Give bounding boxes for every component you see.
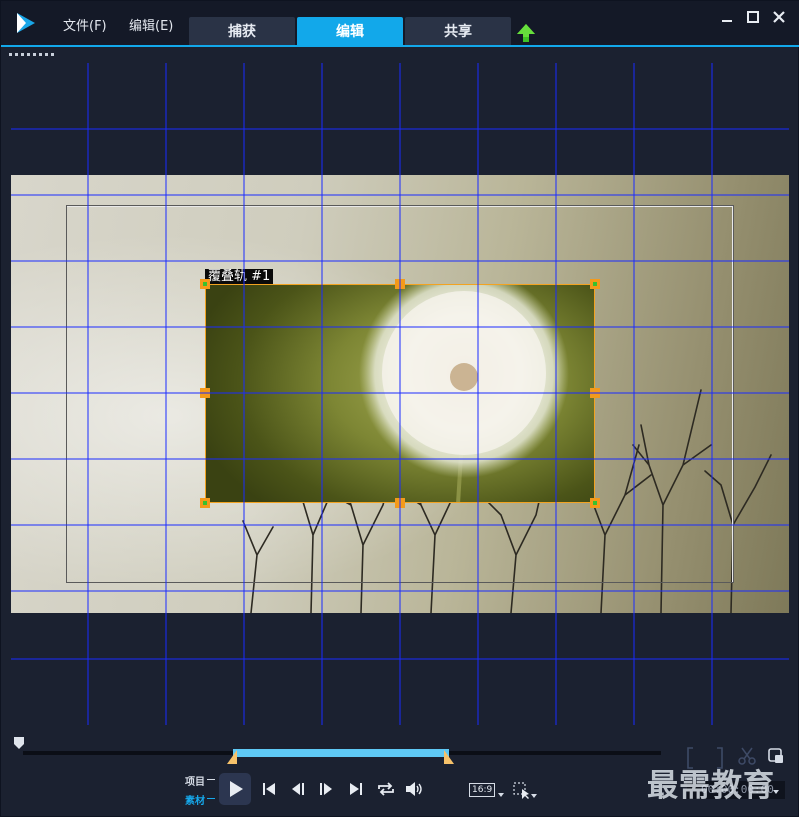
video-editor-window: 文件(F) 编辑(E) 捕获 编辑 共享 覆叠轨 #1 项目 素材 16:9 0… — [0, 0, 799, 817]
mode-clip-indicator — [207, 798, 215, 799]
title-bar: 文件(F) 编辑(E) 捕获 编辑 共享 — [1, 1, 799, 47]
play-button[interactable] — [219, 773, 251, 805]
tab-underline — [1, 45, 799, 47]
green-up-arrow-icon[interactable] — [516, 23, 536, 43]
tab-share[interactable]: 共享 — [405, 17, 511, 47]
resize-handle-bottom[interactable] — [395, 498, 405, 508]
go-to-start-icon[interactable] — [260, 780, 278, 798]
resize-handle-right[interactable] — [590, 388, 600, 398]
menu-file[interactable]: 文件(F) — [63, 15, 107, 34]
scrubber-handle[interactable] — [13, 736, 25, 750]
close-icon[interactable] — [771, 9, 787, 25]
trim-out-marker[interactable] — [444, 750, 454, 764]
aspect-ratio-caret-icon[interactable] — [498, 793, 504, 797]
aspect-ratio-button[interactable]: 16:9 — [469, 783, 496, 797]
selection-tool-icon[interactable] — [513, 782, 537, 800]
volume-icon[interactable] — [404, 780, 424, 798]
mode-project-indicator — [207, 779, 215, 780]
trim-range[interactable] — [233, 749, 449, 757]
maximize-icon[interactable] — [745, 9, 761, 25]
next-frame-icon[interactable] — [317, 780, 335, 798]
resize-handle-top[interactable] — [395, 279, 405, 289]
mode-project[interactable]: 项目 — [185, 773, 205, 788]
menu-edit[interactable]: 编辑(E) — [129, 15, 173, 34]
overlay-clip[interactable] — [205, 284, 595, 503]
play-icon — [230, 781, 243, 797]
mode-clip[interactable]: 素材 — [185, 792, 205, 807]
resize-handle-left[interactable] — [200, 388, 210, 398]
resize-handle-top-right[interactable] — [590, 279, 600, 289]
previous-frame-icon[interactable] — [290, 780, 308, 798]
resize-handle-bottom-left[interactable] — [200, 498, 210, 508]
repeat-icon[interactable] — [376, 780, 396, 798]
tab-edit[interactable]: 编辑 — [297, 17, 403, 47]
watermark: 最需教育 — [647, 768, 775, 804]
panel-grip[interactable] — [9, 53, 55, 56]
play-logo-icon — [17, 13, 35, 33]
overlay-track-label: 覆叠轨 #1 — [205, 269, 274, 284]
dandelion-image — [359, 285, 569, 502]
minimize-icon[interactable] — [719, 9, 735, 25]
go-to-end-icon[interactable] — [347, 780, 365, 798]
resize-handle-bottom-right[interactable] — [590, 498, 600, 508]
tab-capture[interactable]: 捕获 — [189, 17, 295, 47]
resize-handle-top-left[interactable] — [200, 279, 210, 289]
trim-in-marker[interactable] — [227, 750, 237, 764]
